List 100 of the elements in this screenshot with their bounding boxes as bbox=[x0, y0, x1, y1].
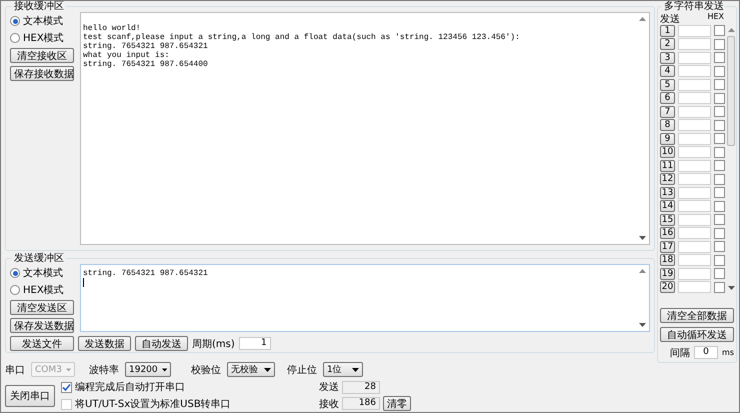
send-row-button[interactable]: 2 bbox=[660, 38, 675, 50]
mode-label: HEX模式 bbox=[23, 284, 64, 297]
hex-checkbox[interactable] bbox=[714, 160, 725, 171]
mode-radio[interactable] bbox=[10, 16, 20, 26]
side-button[interactable]: 清空接收区 bbox=[10, 48, 74, 63]
multi-action-button[interactable]: 清空全部数据 bbox=[660, 308, 734, 322]
column-header: HEX bbox=[707, 12, 724, 23]
string-field[interactable] bbox=[678, 119, 711, 131]
string-field[interactable] bbox=[678, 186, 711, 198]
string-field[interactable] bbox=[678, 78, 711, 90]
string-field[interactable] bbox=[678, 200, 711, 212]
send-row-button[interactable]: 11 bbox=[660, 160, 675, 172]
string-field[interactable] bbox=[678, 214, 711, 226]
string-field[interactable] bbox=[678, 240, 711, 252]
string-field[interactable] bbox=[678, 106, 711, 118]
scroll-up-icon[interactable] bbox=[638, 17, 646, 21]
stop-bits-select[interactable]: 1位 bbox=[323, 362, 363, 377]
hex-checkbox[interactable] bbox=[714, 146, 725, 158]
scroll-down-icon[interactable] bbox=[638, 236, 646, 240]
hex-checkbox[interactable] bbox=[714, 52, 725, 63]
hex-checkbox[interactable] bbox=[714, 92, 725, 104]
send-row-button[interactable]: 8 bbox=[660, 119, 675, 131]
scroll-up-icon[interactable] bbox=[638, 269, 646, 273]
reset-button[interactable]: 清零 bbox=[383, 396, 411, 411]
hex-checkbox[interactable] bbox=[714, 120, 725, 130]
string-field[interactable] bbox=[678, 227, 711, 239]
side-button[interactable]: 保存接收数据 bbox=[10, 66, 74, 81]
string-field[interactable] bbox=[678, 132, 711, 144]
hex-checkbox[interactable] bbox=[714, 25, 725, 36]
period-field[interactable]: 1 bbox=[238, 337, 271, 350]
received-count: 186 bbox=[342, 397, 380, 410]
send-text-area[interactable]: string. 7654321 987.654321 bbox=[80, 264, 650, 332]
hex-checkbox[interactable] bbox=[714, 133, 725, 144]
mode-radio[interactable] bbox=[10, 33, 20, 43]
scroll-down-icon[interactable] bbox=[728, 286, 734, 290]
hex-checkbox[interactable] bbox=[714, 187, 725, 198]
send-row-button[interactable]: 14 bbox=[660, 200, 675, 212]
option-label: 将UT/UT-Sx设置为标准USB转串口 bbox=[75, 398, 231, 411]
action-button[interactable]: 自动发送 bbox=[135, 336, 188, 351]
hex-checkbox[interactable] bbox=[714, 174, 725, 184]
send-row-button[interactable]: 3 bbox=[660, 52, 675, 64]
send-row-button[interactable]: 19 bbox=[660, 268, 675, 280]
string-field[interactable] bbox=[678, 146, 711, 158]
hex-checkbox[interactable] bbox=[714, 79, 725, 90]
interval-label: 间隔 bbox=[670, 346, 690, 360]
send-row-button[interactable]: 18 bbox=[660, 254, 675, 266]
interval-field[interactable]: 0 bbox=[694, 346, 718, 359]
caret-icon bbox=[66, 368, 71, 372]
scroll-up-icon[interactable] bbox=[728, 28, 734, 32]
side-button[interactable]: 清空发送区 bbox=[10, 300, 74, 315]
parity-select[interactable]: 无校验 bbox=[227, 362, 275, 377]
hex-checkbox[interactable] bbox=[714, 268, 725, 279]
string-field[interactable] bbox=[678, 173, 711, 185]
column-header: 发送 bbox=[660, 13, 680, 24]
string-field[interactable] bbox=[678, 281, 711, 293]
action-button[interactable]: 发送数据 bbox=[78, 336, 131, 351]
send-row-button[interactable]: 6 bbox=[660, 92, 675, 104]
option-checkbox[interactable] bbox=[61, 382, 72, 392]
string-field[interactable] bbox=[678, 268, 711, 280]
mode-label: 文本模式 bbox=[23, 14, 63, 28]
close-port-button[interactable]: 关闭串口 bbox=[5, 384, 55, 406]
string-field[interactable] bbox=[678, 38, 711, 50]
side-button[interactable]: 保存发送数据 bbox=[10, 318, 74, 333]
action-button[interactable]: 发送文件 bbox=[10, 336, 74, 351]
string-field[interactable] bbox=[678, 254, 711, 266]
baud-label: 波特率 bbox=[89, 364, 119, 376]
string-field[interactable] bbox=[678, 160, 711, 172]
hex-checkbox[interactable] bbox=[714, 66, 725, 76]
hex-checkbox[interactable] bbox=[714, 200, 725, 212]
multi-action-button[interactable]: 自动循环发送 bbox=[660, 326, 734, 342]
string-field[interactable] bbox=[678, 65, 711, 77]
hex-checkbox[interactable] bbox=[714, 228, 725, 238]
hex-checkbox[interactable] bbox=[714, 106, 725, 117]
send-row-button[interactable]: 20 bbox=[660, 281, 675, 293]
send-row-button[interactable]: 4 bbox=[660, 65, 675, 77]
send-row-button[interactable]: 5 bbox=[660, 78, 675, 90]
send-row-button[interactable]: 13 bbox=[660, 186, 675, 198]
send-row-button[interactable]: 12 bbox=[660, 173, 675, 185]
caret-icon bbox=[162, 368, 167, 372]
hex-checkbox[interactable] bbox=[714, 214, 725, 225]
send-row-button[interactable]: 10 bbox=[660, 146, 675, 158]
mode-radio[interactable] bbox=[10, 285, 20, 295]
scroll-down-icon[interactable] bbox=[638, 323, 646, 327]
string-field[interactable] bbox=[678, 24, 711, 36]
send-row-button[interactable]: 7 bbox=[660, 106, 675, 118]
receive-text-area[interactable]: hello world! test scanf,please input a string,a long and a float data(such as 'string. 123456 123.456'): string. 7654321 987.654321 what you input is: string. 7654321 987.654400 bbox=[80, 12, 650, 245]
hex-checkbox[interactable] bbox=[714, 254, 725, 266]
port-label: 串口 bbox=[5, 364, 25, 376]
string-field[interactable] bbox=[678, 52, 711, 64]
hex-checkbox[interactable] bbox=[714, 282, 725, 292]
send-row-button[interactable]: 16 bbox=[660, 227, 675, 239]
send-row-button[interactable]: 15 bbox=[660, 214, 675, 226]
send-row-button[interactable]: 9 bbox=[660, 132, 675, 144]
hex-checkbox[interactable] bbox=[714, 38, 725, 50]
send-row-button[interactable]: 17 bbox=[660, 240, 675, 252]
mode-radio[interactable] bbox=[10, 268, 20, 278]
send-row-button[interactable]: 1 bbox=[660, 24, 675, 36]
baud-select[interactable]: 19200 bbox=[125, 362, 171, 377]
string-field[interactable] bbox=[678, 92, 711, 104]
hex-checkbox[interactable] bbox=[714, 241, 725, 252]
